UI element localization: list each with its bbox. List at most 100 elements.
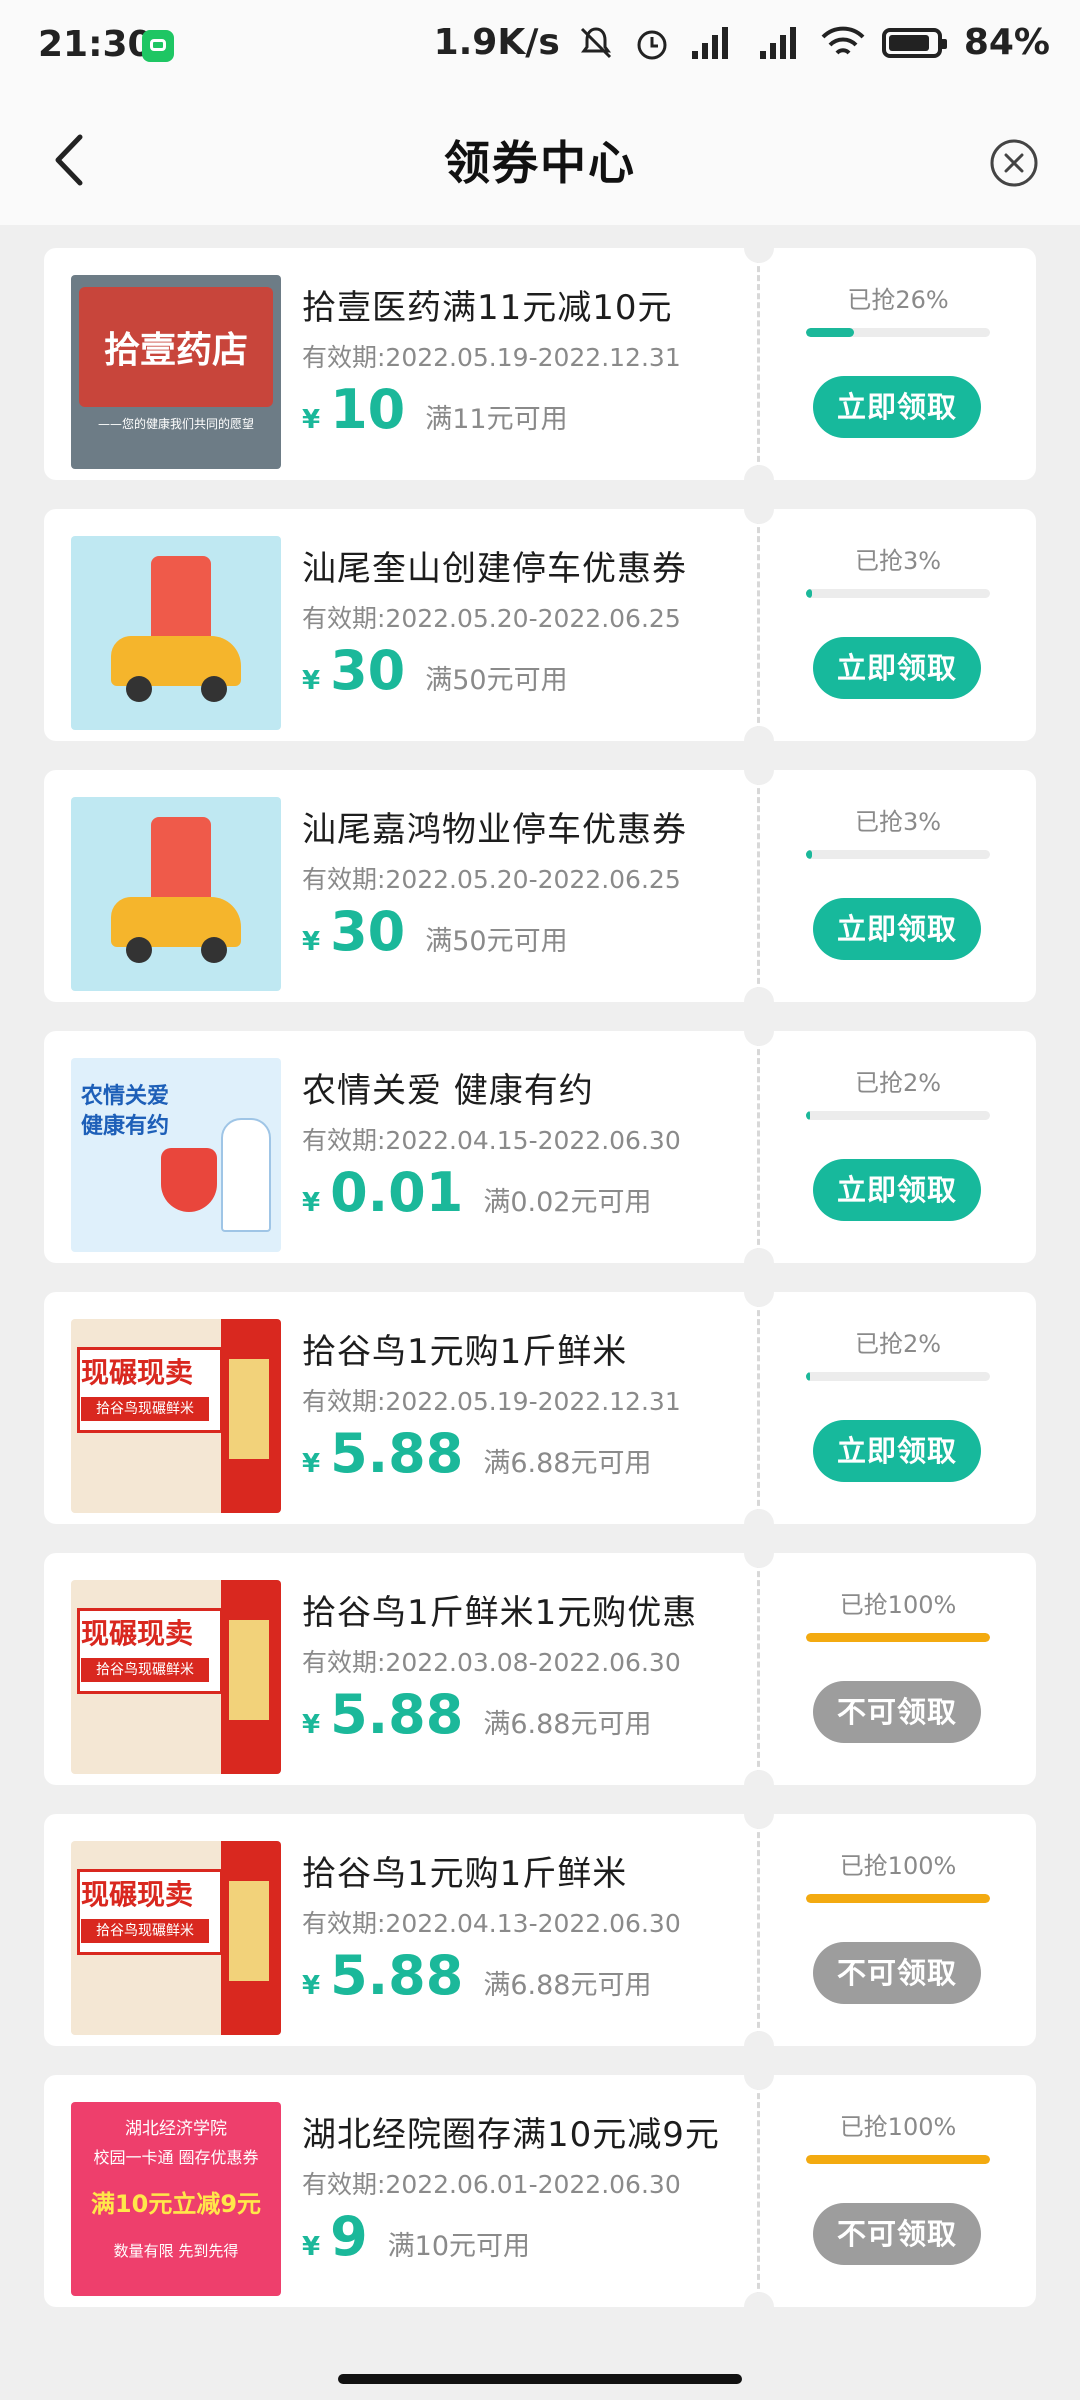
claim-progress-bar <box>806 1372 990 1381</box>
card-notch-bottom <box>744 1248 774 1278</box>
claimed-percent: 已抢100% <box>839 1591 957 1619</box>
coupon-info[interactable]: 汕尾奎山创建停车优惠券 有效期:2022.05.20-2022.06.25 ¥ … <box>44 509 757 741</box>
coupon-info[interactable]: 农情关爱 健康有约 农情关爱 健康有约 有效期:2022.04.15-2022.0… <box>44 1031 757 1263</box>
coupon-amount: 30 <box>330 639 406 702</box>
thumb-rice-title: 现碾现卖 <box>81 1878 194 1911</box>
coupon-amount: 10 <box>330 378 406 441</box>
coupon-claim-area: 已抢3% 立即领取 <box>744 494 1036 756</box>
coupon-thumbnail: 农情关爱 健康有约 <box>71 1058 281 1252</box>
coupon-condition: 满0.02元可用 <box>483 1187 652 1218</box>
battery-icon <box>881 27 947 58</box>
claim-progress-fill <box>806 1111 810 1120</box>
coupon-thumbnail <box>71 797 281 991</box>
thumb-rice-sub: 拾谷鸟现碾鲜米 <box>81 1397 209 1421</box>
claim-progress-bar <box>806 2155 990 2164</box>
claim-button[interactable]: 立即领取 <box>813 376 981 438</box>
coupon-info[interactable]: 现碾现卖 拾谷鸟现碾鲜米 拾谷鸟1斤鲜米1元购优惠 有效期:2022.03.08… <box>44 1553 757 1785</box>
cellular-hd-icon <box>691 26 728 59</box>
thumb-rice-title: 现碾现卖 <box>81 1356 194 1389</box>
card-notch-bottom <box>744 465 774 495</box>
coupon-condition: 满50元可用 <box>425 926 568 957</box>
coupon-claim-area: 已抢100% 不可领取 <box>744 1799 1036 2061</box>
status-right: 1.9K/s 84% <box>434 22 1050 63</box>
unavailable-button[interactable]: 不可领取 <box>813 1942 981 2004</box>
coupon-title: 湖北经院圈存满10元减9元 <box>302 2115 720 2155</box>
thumb-health-text: 农情关爱 健康有约 <box>81 1084 170 1139</box>
claim-button[interactable]: 立即领取 <box>813 898 981 960</box>
coupon-card[interactable]: 汕尾嘉鸿物业停车优惠券 有效期:2022.05.20-2022.06.25 ¥ … <box>44 755 1036 1017</box>
coupon-info[interactable]: 汕尾嘉鸿物业停车优惠券 有效期:2022.05.20-2022.06.25 ¥ … <box>44 770 757 1002</box>
coupon-amount: 5.88 <box>330 1944 464 2007</box>
claim-button[interactable]: 立即领取 <box>813 1159 981 1221</box>
currency-symbol: ¥ <box>302 2232 321 2262</box>
currency-symbol: ¥ <box>302 1449 321 1479</box>
page-title: 领券中心 <box>444 136 636 190</box>
coupon-thumbnail: 现碾现卖 拾谷鸟现碾鲜米 <box>71 1319 281 1513</box>
coupon-card[interactable]: 现碾现卖 拾谷鸟现碾鲜米 拾谷鸟1斤鲜米1元购优惠 有效期:2022.03.08… <box>44 1538 1036 1800</box>
coupon-info[interactable]: 现碾现卖 拾谷鸟现碾鲜米 拾谷鸟1元购1斤鲜米 有效期:2022.05.19-2… <box>44 1292 757 1524</box>
claimed-percent: 已抢2% <box>854 1069 942 1097</box>
unavailable-button[interactable]: 不可领取 <box>813 1681 981 1743</box>
coupon-condition: 满50元可用 <box>425 665 568 696</box>
close-mini-program-icon[interactable] <box>988 137 1040 189</box>
claim-progress-fill <box>806 1894 990 1903</box>
coupon-price-row: ¥ 5.88 满6.88元可用 <box>302 1422 651 1485</box>
coupon-title: 汕尾奎山创建停车优惠券 <box>302 549 687 589</box>
coupon-card[interactable]: 汕尾奎山创建停车优惠券 有效期:2022.05.20-2022.06.25 ¥ … <box>44 494 1036 756</box>
coupon-card[interactable]: 拾壹药店 ——您的健康我们共同的愿望 拾壹医药满11元减10元 有效期:2022… <box>44 233 1036 495</box>
coupon-condition: 满6.88元可用 <box>483 1970 652 2001</box>
card-notch-top <box>744 494 774 524</box>
claim-button[interactable]: 立即领取 <box>813 637 981 699</box>
claim-progress-bar <box>806 850 990 859</box>
coupon-validity: 有效期:2022.05.20-2022.06.25 <box>302 865 681 894</box>
card-notch-top <box>744 1277 774 1307</box>
card-notch-bottom <box>744 2031 774 2061</box>
claim-progress-fill <box>806 328 854 337</box>
thumb-school: 湖北经济学院 <box>125 2119 227 2139</box>
coupon-claim-area: 已抢3% 立即领取 <box>744 755 1036 1017</box>
coupon-info[interactable]: 现碾现卖 拾谷鸟现碾鲜米 拾谷鸟1元购1斤鲜米 有效期:2022.04.13-2… <box>44 1814 757 2046</box>
thumb-slogan: ——您的健康我们共同的愿望 <box>97 417 254 431</box>
card-notch-top <box>744 1799 774 1829</box>
thumb-rice-sub: 拾谷鸟现碾鲜米 <box>81 1658 209 1682</box>
coupon-info[interactable]: 湖北经济学院 校园一卡通 圈存优惠券 满10元立减9元 数量有限 先到先得 湖北… <box>44 2075 757 2307</box>
coupon-title: 拾谷鸟1元购1斤鲜米 <box>302 1854 628 1894</box>
currency-symbol: ¥ <box>302 405 321 435</box>
coupon-price-row: ¥ 30 满50元可用 <box>302 639 568 702</box>
coupon-card[interactable]: 农情关爱 健康有约 农情关爱 健康有约 有效期:2022.04.15-2022.0… <box>44 1016 1036 1278</box>
coupon-card[interactable]: 现碾现卖 拾谷鸟现碾鲜米 拾谷鸟1元购1斤鲜米 有效期:2022.05.19-2… <box>44 1277 1036 1539</box>
thumb-card: 校园一卡通 圈存优惠券 <box>93 2148 259 2167</box>
coupon-thumbnail: 现碾现卖 拾谷鸟现碾鲜米 <box>71 1841 281 2035</box>
coupon-amount: 5.88 <box>330 1683 464 1746</box>
claim-button[interactable]: 立即领取 <box>813 1420 981 1482</box>
claimed-percent: 已抢100% <box>839 1852 957 1880</box>
coupon-thumbnail: 拾壹药店 ——您的健康我们共同的愿望 <box>71 275 281 469</box>
coupon-thumbnail: 湖北经济学院 校园一卡通 圈存优惠券 满10元立减9元 数量有限 先到先得 <box>71 2102 281 2296</box>
unavailable-button[interactable]: 不可领取 <box>813 2203 981 2265</box>
coupon-condition: 满6.88元可用 <box>483 1709 652 1740</box>
back-arrow-icon[interactable] <box>40 127 100 193</box>
currency-symbol: ¥ <box>302 1188 321 1218</box>
coupon-claim-area: 已抢26% 立即领取 <box>744 233 1036 495</box>
coupon-card[interactable]: 湖北经济学院 校园一卡通 圈存优惠券 满10元立减9元 数量有限 先到先得 湖北… <box>44 2060 1036 2322</box>
alarm-icon <box>637 30 667 59</box>
coupon-card[interactable]: 现碾现卖 拾谷鸟现碾鲜米 拾谷鸟1元购1斤鲜米 有效期:2022.04.13-2… <box>44 1799 1036 2061</box>
coupon-validity: 有效期:2022.06.01-2022.06.30 <box>302 2170 681 2199</box>
claimed-percent: 已抢2% <box>854 1330 942 1358</box>
status-bar: 21:30 1.9K/s 84% <box>0 0 1080 95</box>
coupon-validity: 有效期:2022.04.15-2022.06.30 <box>302 1126 681 1155</box>
coupon-list: 拾壹药店 ——您的健康我们共同的愿望 拾壹医药满11元减10元 有效期:2022… <box>44 233 1036 2336</box>
coupon-claim-area: 已抢100% 不可领取 <box>744 2060 1036 2322</box>
card-notch-top <box>744 1538 774 1568</box>
mute-icon <box>580 26 611 58</box>
coupon-price-row: ¥ 0.01 满0.02元可用 <box>302 1161 651 1224</box>
coupon-amount: 0.01 <box>330 1161 464 1224</box>
claimed-percent: 已抢26% <box>847 286 949 314</box>
header: 领券中心 <box>0 95 1080 225</box>
card-notch-top <box>744 755 774 785</box>
claim-progress-fill <box>806 2155 990 2164</box>
status-time: 21:30 <box>38 24 153 65</box>
thumb-store-name: 拾壹药店 <box>79 287 273 407</box>
coupon-info[interactable]: 拾壹药店 ——您的健康我们共同的愿望 拾壹医药满11元减10元 有效期:2022… <box>44 248 757 480</box>
home-indicator[interactable] <box>338 2374 742 2384</box>
